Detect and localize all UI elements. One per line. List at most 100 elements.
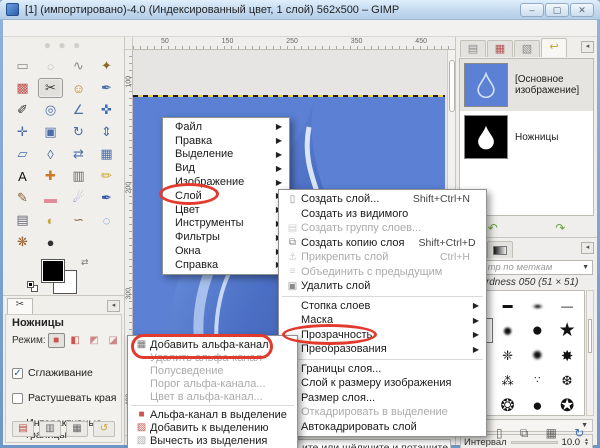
tool-button[interactable]: ▬	[38, 188, 63, 208]
selection-mode-button[interactable]: ◩	[86, 333, 103, 348]
tool-button[interactable]: ◎	[38, 100, 63, 120]
brush-item[interactable]: ●	[523, 393, 553, 415]
context-menu-item[interactable]: Цвет ▶	[163, 203, 289, 217]
selection-mode-button[interactable]: ■	[47, 333, 65, 348]
dock-tab[interactable]: ▤	[460, 40, 486, 57]
transparency-menu-item[interactable]: Порог альфа-канала...	[128, 377, 297, 390]
chevron-down-icon[interactable]: ▼	[582, 264, 589, 271]
tool-button[interactable]: ✚	[38, 166, 63, 186]
tool-button[interactable]: ✦	[94, 56, 119, 76]
layer-menu-item[interactable]: ▤ Создать группу слоев... ▶	[279, 221, 486, 236]
tool-button[interactable]: ◊	[38, 144, 63, 164]
tool-button[interactable]: ☄	[66, 188, 91, 208]
tool-button[interactable]: ▥	[66, 166, 91, 186]
tool-button[interactable]: ▭	[10, 56, 35, 76]
brushes-footer-button[interactable]: ↻	[574, 426, 584, 440]
tool-options-menu-button[interactable]: ◂	[107, 300, 120, 312]
brush-item[interactable]: ❂	[493, 393, 523, 415]
brush-item[interactable]: ⁂	[493, 368, 523, 393]
tool-button[interactable]: ▦	[94, 144, 119, 164]
tool-options-footer-button[interactable]: ▥	[39, 421, 61, 437]
tool-button[interactable]: ✂	[38, 78, 63, 98]
context-menu-item[interactable]: Справка ▶	[163, 258, 289, 272]
tool-options-footer-button[interactable]: ▦	[66, 421, 88, 437]
undo-footer-button[interactable]: ↷	[555, 221, 565, 235]
dock-tab[interactable]: ↩	[541, 38, 567, 57]
transparency-menu-item[interactable]: ■ Альфа-канал в выделение	[128, 408, 297, 421]
brush-item[interactable]: ❈	[493, 343, 523, 368]
tool-button[interactable]: ○	[38, 56, 63, 76]
dock-tab[interactable]: ▧	[514, 40, 540, 57]
transparency-menu-item[interactable]: Цвет в альфа-канал...	[128, 390, 297, 403]
layer-menu-item[interactable]: Стопка слоев ▶	[279, 299, 486, 314]
window-control-button[interactable]: ✕	[570, 2, 594, 17]
foreground-color-swatch[interactable]	[41, 259, 65, 283]
tool-button[interactable]: ❋	[10, 232, 35, 252]
tool-button[interactable]: ✐	[10, 100, 35, 120]
tool-button[interactable]: ∿	[66, 56, 91, 76]
brush-grid-scrollbar[interactable]	[586, 290, 594, 416]
default-colors-icon[interactable]	[27, 281, 34, 288]
tool-button[interactable]: ◐	[38, 210, 63, 230]
layer-menu-item[interactable]: ▣ Удалить слой ▶	[279, 279, 486, 294]
undo-footer-button[interactable]: ↶	[488, 221, 498, 235]
tool-button[interactable]: ∠	[66, 100, 91, 120]
tool-button[interactable]: ↻	[66, 122, 91, 142]
layer-menu-item[interactable]: Создать из видимого ▶	[279, 207, 486, 222]
dock-tab-menu-button[interactable]: ◂	[581, 41, 594, 53]
layer-menu-item[interactable]: ≡ Объединить с предыдущим ▶	[279, 265, 486, 280]
context-menu-item[interactable]: Фильтры ▶	[163, 230, 289, 244]
layer-menu-item[interactable]: ▯ Создать слой... Shift+Ctrl+N ▶	[279, 192, 486, 207]
brush-item[interactable]: ✪	[552, 393, 582, 415]
tool-button[interactable]: ∽	[66, 210, 91, 230]
layer-menu-item[interactable]: ⊞ Границы слоя... ▶	[279, 362, 486, 377]
layer-menu-item[interactable]: ⊠ Откадрировать в выделение ▶	[279, 405, 486, 420]
dock-tab[interactable]: ▉	[487, 241, 513, 258]
title-bar[interactable]: [1] (импортировано)-4.0 (Индексированный…	[0, 0, 600, 20]
tool-button[interactable]: ✜	[94, 100, 119, 120]
tool-button[interactable]: ▱	[10, 144, 35, 164]
tool-button[interactable]: ⇄	[66, 144, 91, 164]
tool-button[interactable]: ⇕	[94, 122, 119, 142]
tool-button[interactable]: ✎	[10, 188, 35, 208]
brushes-footer-button[interactable]: ▯	[496, 426, 503, 440]
layer-menu-item[interactable]: ⚓ Прикрепить слой Ctrl+H ▶	[279, 250, 486, 265]
tool-button[interactable]: ✛	[10, 122, 35, 142]
tool-button[interactable]: ▩	[10, 78, 35, 98]
swap-colors-icon[interactable]: ⇄	[81, 257, 89, 268]
brush-item[interactable]: —	[552, 293, 582, 318]
brush-item[interactable]: ✹	[523, 343, 553, 368]
dock-tab[interactable]: ▦	[487, 40, 513, 57]
tool-option-checkbox[interactable]: ✓ Сглаживание	[12, 367, 93, 379]
tool-button[interactable]: ☺	[66, 78, 91, 98]
context-menu-item[interactable]: Инструменты ▶	[163, 217, 289, 231]
brush-item[interactable]: ●	[523, 293, 553, 318]
scrollbar-thumb[interactable]	[588, 319, 592, 353]
context-menu-item[interactable]: Вид ▶	[163, 161, 289, 175]
context-menu-item[interactable]: Файл ▶	[163, 120, 289, 134]
transparency-menu-item[interactable]: ▧ Вычесть из выделения	[128, 434, 297, 447]
undo-history-item[interactable]: [Основное изображение]	[460, 59, 593, 111]
tool-button[interactable]: ✒	[94, 188, 119, 208]
context-menu-item[interactable]: Выделение ▶	[163, 148, 289, 162]
tool-button[interactable]: A	[10, 166, 35, 186]
context-menu-item[interactable]: Правка ▶	[163, 134, 289, 148]
tool-options-tab[interactable]: ✂	[7, 298, 33, 314]
checkbox-box[interactable]: ✓	[12, 392, 23, 404]
layer-menu-item[interactable]: ⊟ Размер слоя... ▶	[279, 391, 486, 406]
tool-button[interactable]: ●	[38, 232, 63, 252]
toolbox-drag-area[interactable]: ● ● ●	[7, 38, 119, 53]
tool-option-checkbox[interactable]: ✓ Растушевать края	[12, 392, 116, 404]
context-menu-item[interactable]: Окна ▶	[163, 244, 289, 258]
tool-button[interactable]: ✏	[94, 166, 119, 186]
layer-menu-item[interactable]: ⧉ Создать копию слоя Shift+Ctrl+D ▶	[279, 236, 486, 251]
undo-history-item[interactable]: Ножницы	[460, 111, 593, 163]
transparency-menu-item[interactable]: ▨ Добавить к выделению	[128, 421, 297, 434]
brush-item[interactable]: ✸	[552, 343, 582, 368]
dock-tab-menu-button[interactable]: ◂	[581, 242, 594, 254]
layer-menu-item[interactable]: ⊡ Слой к размеру изображения ▶	[279, 376, 486, 391]
tool-button[interactable]: ▣	[38, 122, 63, 142]
brushes-footer-button[interactable]: ⧉	[520, 426, 529, 441]
tool-button[interactable]: ◌	[94, 210, 119, 230]
layer-menu-item[interactable]: Автокадрировать слой ▶	[279, 420, 486, 435]
